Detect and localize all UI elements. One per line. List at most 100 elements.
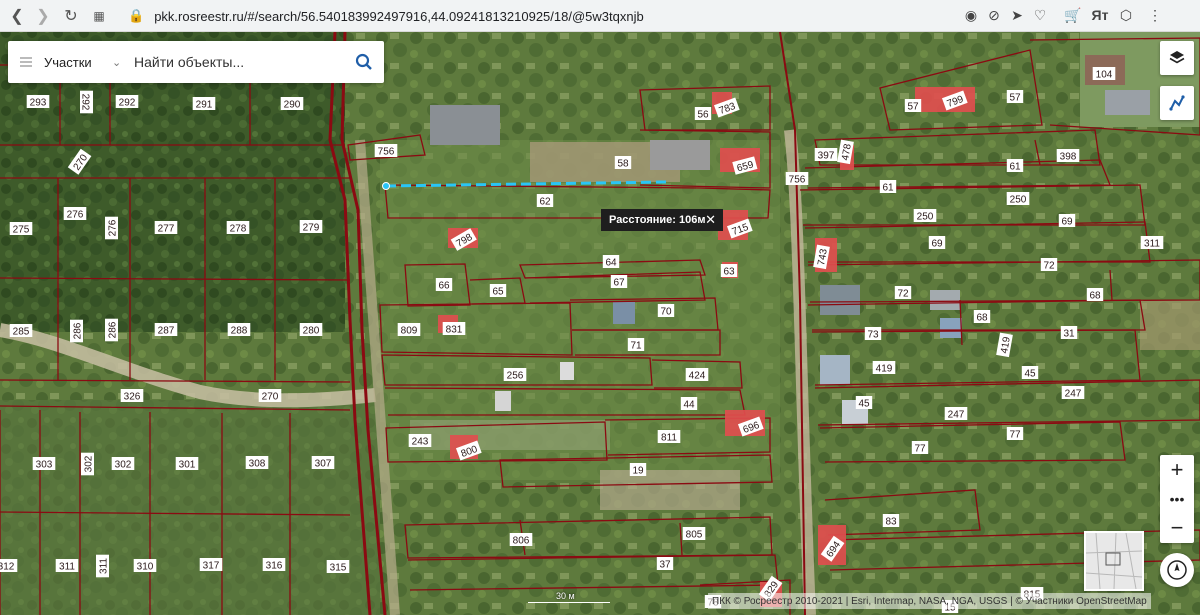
parcel-label-317[interactable]: 317	[199, 558, 223, 572]
parcel-label-58[interactable]: 58	[614, 156, 632, 170]
parcel-label-806[interactable]: 806	[509, 533, 533, 547]
parcel-label-279[interactable]: 279	[299, 220, 323, 234]
search-input[interactable]	[132, 53, 332, 71]
parcel-label-61b[interactable]: 61	[879, 180, 897, 194]
parcel-label-19[interactable]: 19	[629, 463, 647, 477]
parcel-label-277[interactable]: 277	[154, 221, 178, 235]
camera-icon[interactable]: ◉	[960, 4, 982, 26]
parcel-label-250a[interactable]: 250	[913, 209, 937, 223]
parcel-label-311a[interactable]: 311	[55, 559, 79, 573]
parcel-label-292b[interactable]: 292	[115, 95, 139, 109]
parcel-label-71[interactable]: 71	[627, 338, 645, 352]
parcel-label-805[interactable]: 805	[682, 527, 706, 541]
parcel-label-69b[interactable]: 69	[928, 236, 946, 250]
parcel-label-756b[interactable]: 756	[785, 172, 809, 186]
parcel-label-250b[interactable]: 250	[1006, 192, 1030, 206]
address-bar[interactable]: 🔒 pkk.rosreestr.ru/#/search/56.540183992…	[128, 4, 644, 28]
overview-minimap[interactable]	[1084, 531, 1144, 591]
parcel-label-316[interactable]: 316	[262, 558, 286, 572]
parcel-label-287[interactable]: 287	[154, 323, 178, 337]
send-icon[interactable]: ➤	[1006, 4, 1028, 26]
parcel-label-302b[interactable]: 302	[111, 457, 135, 471]
parcel-label-291[interactable]: 291	[192, 97, 216, 111]
parcel-label-397[interactable]: 397	[814, 148, 838, 162]
layers-button[interactable]	[1160, 41, 1194, 75]
parcel-label-247b[interactable]: 247	[1061, 386, 1085, 400]
parcel-label-301[interactable]: 301	[175, 457, 199, 471]
parcel-label-37[interactable]: 37	[656, 557, 674, 571]
parcel-label-308[interactable]: 308	[245, 456, 269, 470]
category-select[interactable]: Участки	[44, 55, 112, 70]
parcel-label-66[interactable]: 66	[435, 278, 453, 292]
parcel-label-312[interactable]: 312	[0, 559, 18, 573]
parcel-label-72b[interactable]: 72	[894, 286, 912, 300]
search-icon[interactable]	[344, 41, 384, 83]
parcel-label-307[interactable]: 307	[311, 456, 335, 470]
parcel-label-276a[interactable]: 276	[63, 207, 87, 221]
parcel-label-275[interactable]: 275	[9, 222, 33, 236]
parcel-label-809[interactable]: 809	[397, 323, 421, 337]
parcel-label-326[interactable]: 326	[120, 389, 144, 403]
parcel-label-286b[interactable]: 286	[105, 318, 119, 342]
more-dots-icon[interactable]: •••	[1160, 484, 1194, 513]
parcel-label-302a[interactable]: 302	[81, 452, 95, 476]
parcel-label-256[interactable]: 256	[503, 368, 527, 382]
chevron-down-icon[interactable]: ⌄	[112, 56, 132, 69]
cart-icon[interactable]: 🛒	[1062, 4, 1084, 26]
parcel-label-290[interactable]: 290	[280, 97, 304, 111]
translate-icon[interactable]: Ят	[1089, 4, 1111, 26]
parcel-label-61a[interactable]: 61	[1006, 159, 1024, 173]
parcel-label-398[interactable]: 398	[1056, 149, 1080, 163]
parcel-label-104[interactable]: 104	[1092, 67, 1116, 81]
parcel-label-285[interactable]: 285	[9, 324, 33, 338]
parcel-label-315[interactable]: 315	[326, 560, 350, 574]
parcel-label-69a[interactable]: 69	[1058, 214, 1076, 228]
parcel-label-831[interactable]: 831	[442, 322, 466, 336]
box-icon[interactable]: ⬡	[1115, 4, 1137, 26]
parcel-label-286a[interactable]: 286	[70, 319, 84, 343]
parcel-label-64[interactable]: 64	[602, 255, 620, 269]
parcel-label-276b[interactable]: 276	[105, 216, 119, 240]
parcel-label-270b[interactable]: 270	[258, 389, 282, 403]
parcel-label-57a[interactable]: 57	[904, 99, 922, 113]
parcel-label-311b[interactable]: 311	[96, 554, 110, 578]
close-icon[interactable]: ✕	[705, 212, 716, 228]
parcel-label-68a[interactable]: 68	[1086, 288, 1104, 302]
parcel-label-77b[interactable]: 77	[1006, 427, 1024, 441]
parcel-label-65[interactable]: 65	[489, 284, 507, 298]
parcel-label-45a[interactable]: 45	[1021, 366, 1039, 380]
parcel-label-67[interactable]: 67	[610, 275, 628, 289]
parcel-label-247a[interactable]: 247	[944, 407, 968, 421]
parcel-label-303[interactable]: 303	[32, 457, 56, 471]
parcel-label-280[interactable]: 280	[299, 323, 323, 337]
parcel-label-44[interactable]: 44	[680, 397, 698, 411]
menu-dots-icon[interactable]: ⋮	[1144, 4, 1166, 26]
zoom-in-button[interactable]: +	[1160, 455, 1194, 484]
compass-button[interactable]	[1160, 553, 1194, 587]
parcel-label-83[interactable]: 83	[882, 514, 900, 528]
parcel-label-63[interactable]: 63	[720, 264, 738, 278]
parcel-label-73[interactable]: 73	[864, 327, 882, 341]
zoom-out-button[interactable]: −	[1160, 513, 1194, 542]
parcel-label-419a[interactable]: 419	[872, 361, 896, 375]
reload-icon[interactable]: ↻	[58, 3, 84, 29]
forward-icon[interactable]: ❯	[30, 3, 56, 29]
parcel-label-77a[interactable]: 77	[911, 441, 929, 455]
parcel-label-292[interactable]: 292	[80, 90, 94, 114]
parcel-label-288[interactable]: 288	[227, 323, 251, 337]
heart-icon[interactable]: ♡	[1029, 4, 1051, 26]
parcel-label-756a[interactable]: 756	[374, 144, 398, 158]
parcel-label-310[interactable]: 310	[133, 559, 157, 573]
parcel-label-293[interactable]: 293	[26, 95, 50, 109]
parcel-label-31[interactable]: 31	[1060, 326, 1078, 340]
parcel-label-243[interactable]: 243	[408, 434, 432, 448]
measure-button[interactable]	[1160, 86, 1194, 120]
parcel-label-278[interactable]: 278	[226, 221, 250, 235]
parcel-label-72a[interactable]: 72	[1040, 258, 1058, 272]
block-icon[interactable]: ⊘	[983, 4, 1005, 26]
parcel-label-57b[interactable]: 57	[1006, 90, 1024, 104]
parcel-label-424[interactable]: 424	[685, 368, 709, 382]
tabs-icon[interactable]: ▦	[86, 3, 112, 29]
parcel-label-311c[interactable]: 311	[1140, 236, 1164, 250]
back-icon[interactable]: ❮	[4, 3, 30, 29]
